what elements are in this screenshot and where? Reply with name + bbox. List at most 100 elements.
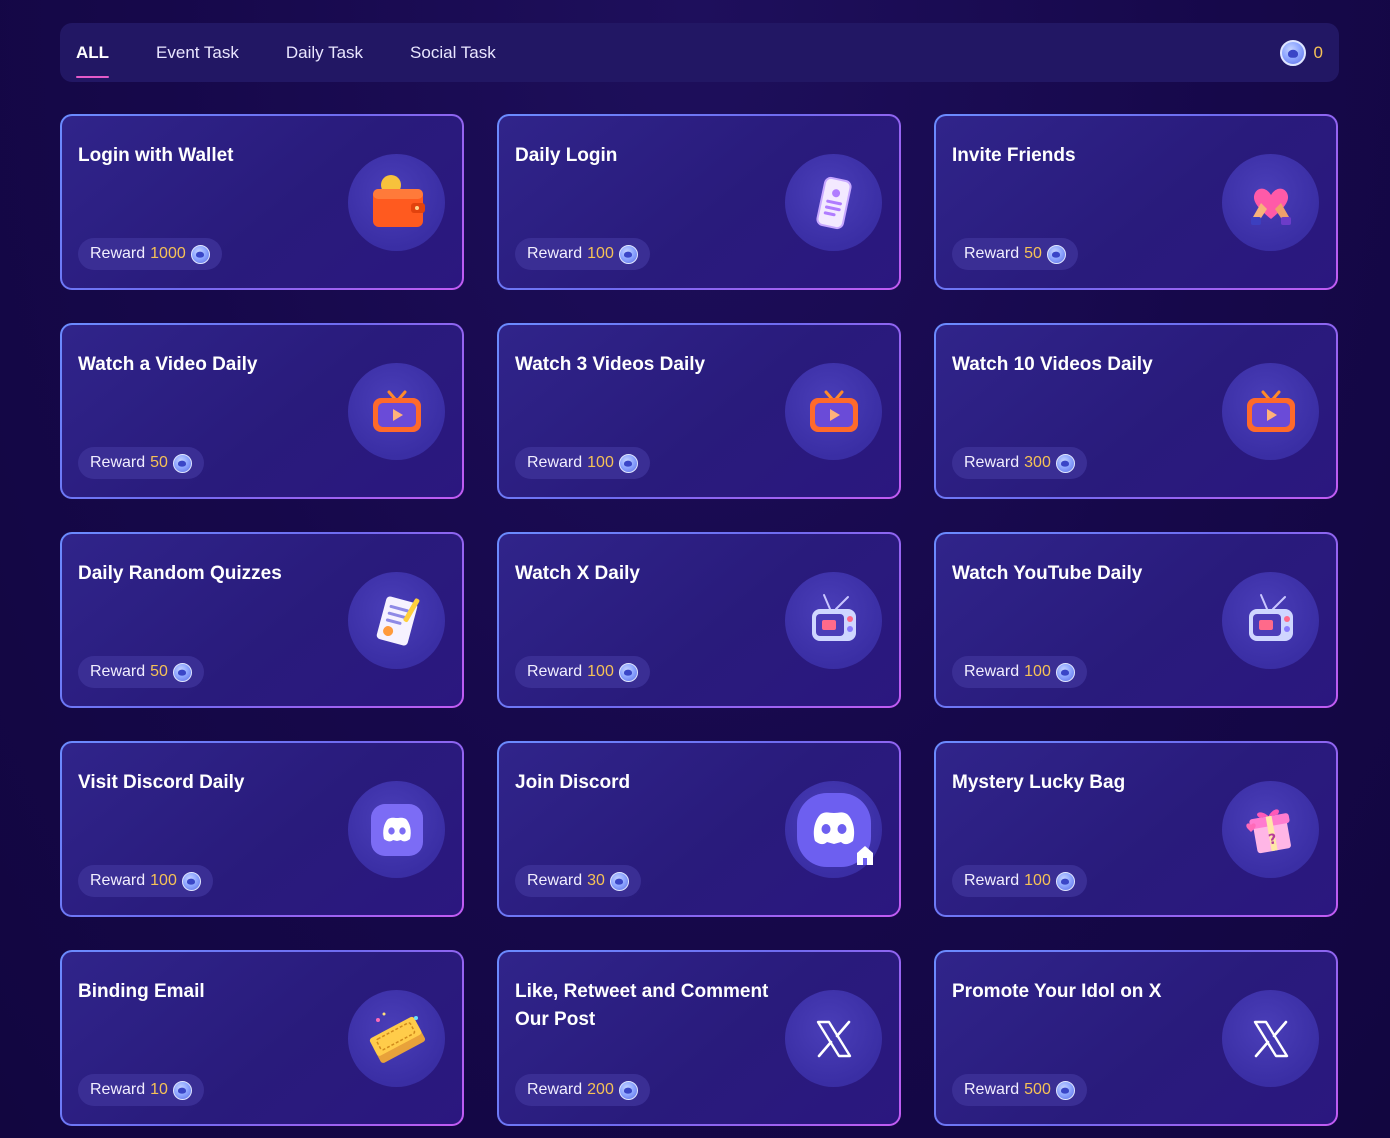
coin-icon	[618, 453, 638, 473]
tv-play-icon	[785, 363, 882, 460]
reward-badge: Reward 50	[78, 656, 204, 688]
tickets-icon	[348, 990, 445, 1087]
phone-icon	[785, 154, 882, 251]
task-card-daily-login[interactable]: Daily Login Reward 100	[497, 114, 901, 290]
quiz-paper-icon	[348, 572, 445, 669]
reward-amount: 200	[587, 1081, 614, 1098]
reward-label: Reward	[527, 663, 583, 680]
coin-icon	[172, 453, 192, 473]
gift-box-icon: ?	[1222, 781, 1319, 878]
reward-label: Reward	[527, 872, 583, 889]
tv-play-icon	[1222, 363, 1319, 460]
heart-hands-icon	[1222, 154, 1319, 251]
reward-badge: Reward 100	[952, 656, 1087, 688]
task-card-watch-youtube-daily[interactable]: Watch YouTube Daily Reward 100	[934, 532, 1338, 708]
reward-amount: 500	[1024, 1081, 1051, 1098]
tab-all[interactable]: ALL	[76, 23, 110, 82]
reward-label: Reward	[964, 245, 1020, 262]
task-title: Login with Wallet	[78, 145, 234, 166]
reward-label: Reward	[527, 1081, 583, 1098]
x-logo-icon	[1222, 990, 1319, 1087]
tab-social-task[interactable]: Social Task	[410, 23, 496, 82]
task-title: Join Discord	[515, 772, 631, 793]
task-title: Watch a Video Daily	[78, 354, 258, 375]
tab-bar: ALL Event Task Daily Task Social Task 0	[60, 23, 1339, 82]
reward-label: Reward	[90, 454, 146, 471]
reward-amount: 100	[150, 872, 177, 889]
reward-amount: 10	[150, 1081, 168, 1098]
task-card-watch-x-daily[interactable]: Watch X Daily Reward 100	[497, 532, 901, 708]
task-card-invite-friends[interactable]: Invite Friends Reward 50	[934, 114, 1338, 290]
task-title: Watch 3 Videos Daily	[515, 354, 706, 375]
task-card-promote-your-idol[interactable]: Promote Your Idol on X Reward 500	[934, 950, 1338, 1126]
balance-value: 0	[1313, 42, 1323, 62]
task-card-daily-random-quizzes[interactable]: Daily Random Quizzes Reward 50	[60, 532, 464, 708]
task-title: Watch 10 Videos Daily	[952, 354, 1153, 375]
wallet-icon	[348, 154, 445, 251]
reward-badge: Reward 200	[515, 1074, 650, 1106]
reward-label: Reward	[90, 1081, 146, 1098]
reward-badge: Reward 1000	[78, 238, 222, 270]
reward-label: Reward	[90, 872, 146, 889]
tab-daily-task[interactable]: Daily Task	[286, 23, 363, 82]
reward-label: Reward	[964, 454, 1020, 471]
reward-badge: Reward 50	[952, 238, 1078, 270]
retro-tv-icon	[785, 572, 882, 669]
reward-label: Reward	[90, 245, 146, 262]
reward-amount: 100	[1024, 663, 1051, 680]
coin-icon	[1055, 453, 1075, 473]
task-title: Daily Login	[515, 145, 618, 166]
discord-home-icon	[785, 781, 882, 878]
task-card-login-with-wallet[interactable]: Login with Wallet Reward 1000	[60, 114, 464, 290]
task-page: ALL Event Task Daily Task Social Task 0 …	[0, 0, 1390, 1138]
reward-badge: Reward 100	[78, 865, 213, 897]
coin-icon	[181, 871, 201, 891]
reward-badge: Reward 100	[515, 656, 650, 688]
reward-amount: 1000	[150, 245, 186, 262]
reward-badge: Reward 30	[515, 865, 641, 897]
reward-label: Reward	[964, 663, 1020, 680]
reward-label: Reward	[527, 245, 583, 262]
task-card-like-retweet-comment[interactable]: Like, Retweet and Comment Our Post Rewar…	[497, 950, 901, 1126]
reward-amount: 50	[150, 663, 168, 680]
reward-badge: Reward 500	[952, 1074, 1087, 1106]
task-card-visit-discord-daily[interactable]: Visit Discord Daily Reward 100	[60, 741, 464, 917]
task-grid: Login with Wallet Reward 1000 Daily Logi…	[60, 114, 1339, 1126]
reward-amount: 50	[1024, 245, 1042, 262]
task-card-watch-a-video-daily[interactable]: Watch a Video Daily Reward 50	[60, 323, 464, 499]
reward-amount: 100	[1024, 872, 1051, 889]
reward-amount: 100	[587, 454, 614, 471]
task-card-mystery-lucky-bag[interactable]: Mystery Lucky Bag Reward 100 ?	[934, 741, 1338, 917]
reward-badge: Reward 100	[952, 865, 1087, 897]
coin-icon	[609, 871, 629, 891]
coin-icon	[1046, 244, 1066, 264]
reward-badge: Reward 50	[78, 447, 204, 479]
coin-icon	[618, 662, 638, 682]
discord-icon	[348, 781, 445, 878]
reward-amount: 50	[150, 454, 168, 471]
reward-label: Reward	[90, 663, 146, 680]
points-balance: 0	[1279, 39, 1323, 66]
tab-event-task[interactable]: Event Task	[156, 23, 239, 82]
coin-icon	[618, 244, 638, 264]
reward-amount: 300	[1024, 454, 1051, 471]
task-title: Promote Your Idol on X	[952, 981, 1162, 1002]
reward-badge: Reward 100	[515, 447, 650, 479]
task-title: Mystery Lucky Bag	[952, 772, 1126, 793]
task-card-watch-10-videos-daily[interactable]: Watch 10 Videos Daily Reward 300	[934, 323, 1338, 499]
coin-icon	[190, 244, 210, 264]
reward-badge: Reward 10	[78, 1074, 204, 1106]
coin-icon	[172, 1080, 192, 1100]
task-title: Watch X Daily	[515, 563, 640, 584]
task-card-join-discord[interactable]: Join Discord Reward 30	[497, 741, 901, 917]
coin-icon	[1279, 39, 1306, 66]
task-card-binding-email[interactable]: Binding Email Reward 10	[60, 950, 464, 1126]
coin-icon	[1055, 1080, 1075, 1100]
task-title: Binding Email	[78, 981, 205, 1002]
task-title: Daily Random Quizzes	[78, 563, 282, 584]
reward-amount: 30	[587, 872, 605, 889]
reward-badge: Reward 300	[952, 447, 1087, 479]
task-card-watch-3-videos-daily[interactable]: Watch 3 Videos Daily Reward 100	[497, 323, 901, 499]
coin-icon	[618, 1080, 638, 1100]
x-logo-icon	[785, 990, 882, 1087]
